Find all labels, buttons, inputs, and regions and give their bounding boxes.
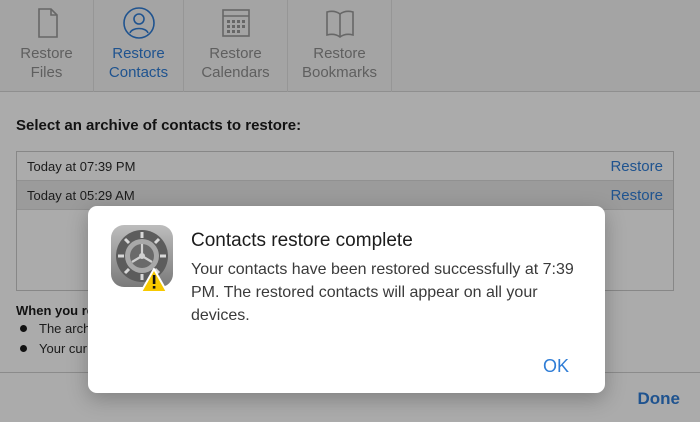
alert-dialog: Contacts restore complete Your contacts …: [88, 206, 605, 393]
ok-button[interactable]: OK: [543, 356, 569, 377]
dialog-message: Your contacts have been restored success…: [191, 261, 574, 324]
dialog-title: Contacts restore complete: [191, 230, 413, 251]
settings-gear-warning-icon: [111, 225, 173, 293]
